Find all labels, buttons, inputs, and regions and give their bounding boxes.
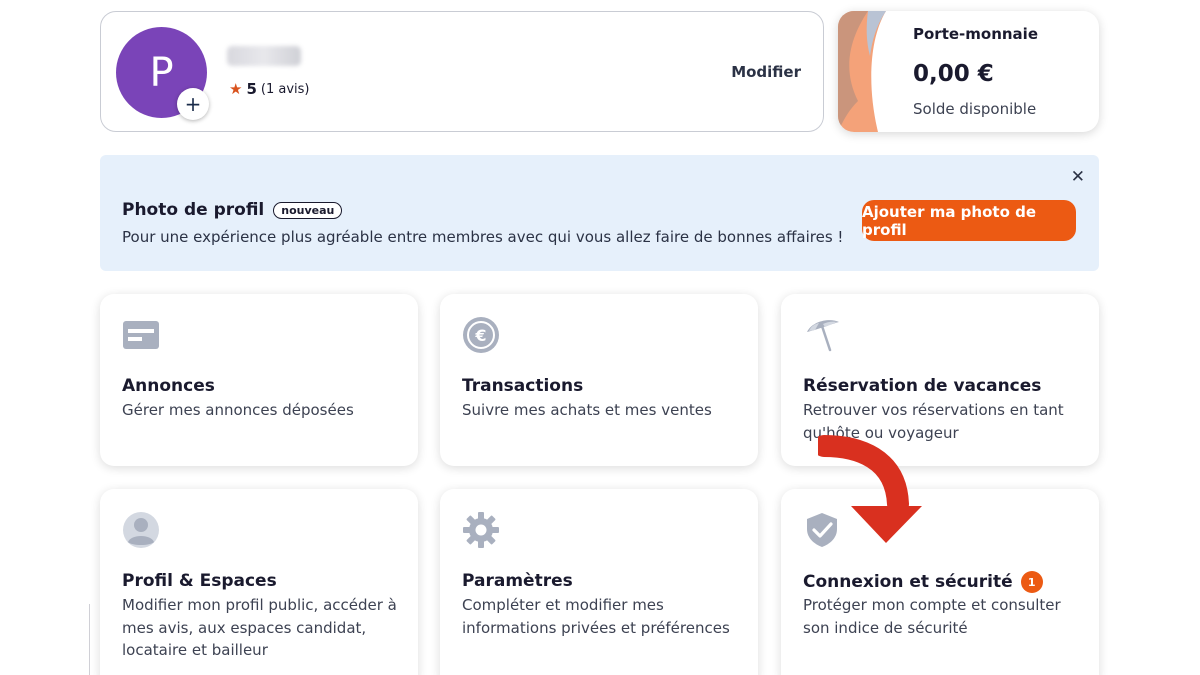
tile-title-text: Réservation de vacances: [803, 376, 1042, 396]
red-arrow-annotation: [818, 435, 922, 543]
wallet-card[interactable]: Porte-monnaie 0,00 € Solde disponible: [838, 11, 1099, 132]
side-divider: [89, 604, 90, 675]
euro-coin-icon: €: [463, 317, 499, 353]
banner-description: Pour une expérience plus agréable entre …: [122, 228, 844, 246]
wallet-title: Porte-monnaie: [913, 25, 1038, 43]
tile-annonces[interactable]: Annonces Gérer mes annonces déposées: [100, 294, 418, 466]
rating: ★ 5 (1 avis): [229, 80, 309, 98]
profile-card: P + ★ 5 (1 avis) Modifier: [100, 11, 824, 132]
tile-title-text: Paramètres: [462, 571, 573, 591]
tile-title-text: Connexion et sécurité: [803, 572, 1013, 592]
umbrella-icon: [807, 320, 839, 352]
plus-icon: +: [184, 92, 202, 116]
banner-title: Photo de profil: [122, 200, 265, 220]
wallet-subtitle: Solde disponible: [913, 100, 1037, 118]
wallet-balance: 0,00 €: [913, 61, 994, 87]
tile-profile-spaces[interactable]: Profil & Espaces Modifier mon profil pub…: [100, 489, 418, 675]
close-icon[interactable]: ✕: [1071, 167, 1085, 187]
tile-title-text: Profil & Espaces: [122, 571, 277, 591]
tile-title: Réservation de vacances: [803, 376, 1041, 396]
tile-description: Gérer mes annonces déposées: [122, 401, 354, 419]
tile-description: Modifier mon profil public, accéder à me…: [122, 596, 397, 659]
tile-title: Transactions: [462, 376, 583, 396]
tile-description: Compléter et modifier mes informations p…: [462, 596, 730, 637]
add-profile-photo-button[interactable]: Ajouter ma photo de profil: [862, 200, 1076, 241]
tile-title-text: Transactions: [462, 376, 584, 396]
tile-title: Annonces: [122, 376, 215, 396]
tile-title-text: Annonces: [122, 376, 215, 396]
wallet-decoration: [838, 11, 886, 132]
tile-title: Profil & Espaces: [122, 571, 277, 591]
profile-photo-banner: ✕ Photo de profil nouveau Pour une expér…: [100, 155, 1099, 271]
tile-settings[interactable]: Paramètres Compléter et modifier mes inf…: [440, 489, 758, 675]
banner-title-row: Photo de profil nouveau: [122, 200, 343, 220]
svg-text:€: €: [474, 326, 486, 345]
tile-title: Connexion et sécurité 1: [803, 571, 1043, 593]
rating-score: 5: [246, 80, 257, 98]
gear-icon: [463, 512, 499, 548]
new-badge: nouveau: [273, 201, 343, 219]
username-blurred: [227, 46, 301, 66]
tile-description: Protéger mon compte et consulter son ind…: [803, 596, 1061, 637]
add-photo-button[interactable]: +: [177, 88, 209, 120]
rating-count: (1 avis): [260, 81, 310, 97]
tile-description: Suivre mes achats et mes ventes: [462, 401, 712, 419]
user-icon: [123, 512, 159, 548]
star-icon: ★: [229, 80, 243, 98]
tile-title: Paramètres: [462, 571, 573, 591]
avatar-letter: P: [149, 49, 174, 96]
modify-profile-link[interactable]: Modifier: [731, 63, 801, 81]
tile-transactions[interactable]: € Transactions Suivre mes achats et mes …: [440, 294, 758, 466]
card-icon: [123, 321, 159, 349]
notification-badge: 1: [1020, 571, 1043, 593]
